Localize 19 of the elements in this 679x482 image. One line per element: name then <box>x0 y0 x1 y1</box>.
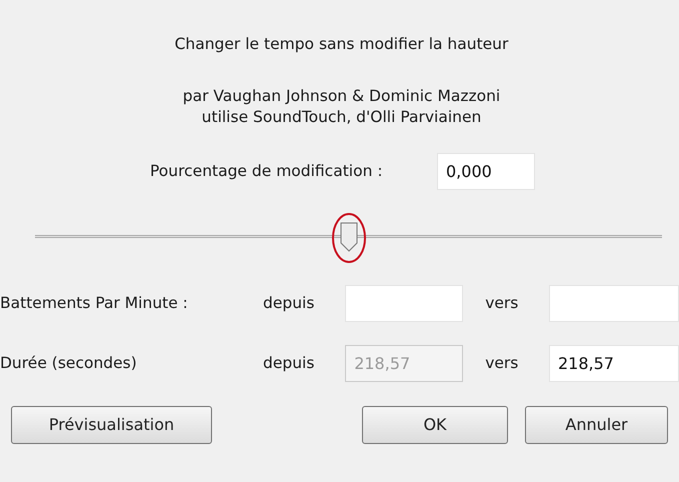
from-label: depuis <box>263 353 316 374</box>
from-label: depuis <box>263 293 316 314</box>
input-field[interactable] <box>549 285 679 322</box>
percent-label: Pourcentage de modification : <box>150 161 384 182</box>
to-label: vers <box>484 353 520 374</box>
input-field[interactable]: 218,57 <box>549 345 679 382</box>
input-field[interactable] <box>345 285 464 322</box>
preview-button[interactable]: Prévisualisation <box>11 406 212 444</box>
credit-line: par Vaughan Johnson & Dominic Mazzoni <box>182 86 500 108</box>
slider-thumb[interactable] <box>340 222 358 252</box>
ok-button[interactable]: OK <box>362 406 508 444</box>
highlight-ellipse <box>330 212 366 264</box>
to-label: vers <box>484 293 520 314</box>
input-field[interactable]: 0,000 <box>437 153 535 190</box>
row-label: Durée (secondes) <box>0 353 138 374</box>
dialog-title: Changer le tempo sans modifier la hauteur <box>174 34 510 55</box>
credit-line: utilise SoundTouch, d'Olli Parviainen <box>202 107 482 128</box>
row-label: Battements Par Minute : <box>0 293 189 314</box>
cancel-button[interactable]: Annuler <box>525 406 668 444</box>
